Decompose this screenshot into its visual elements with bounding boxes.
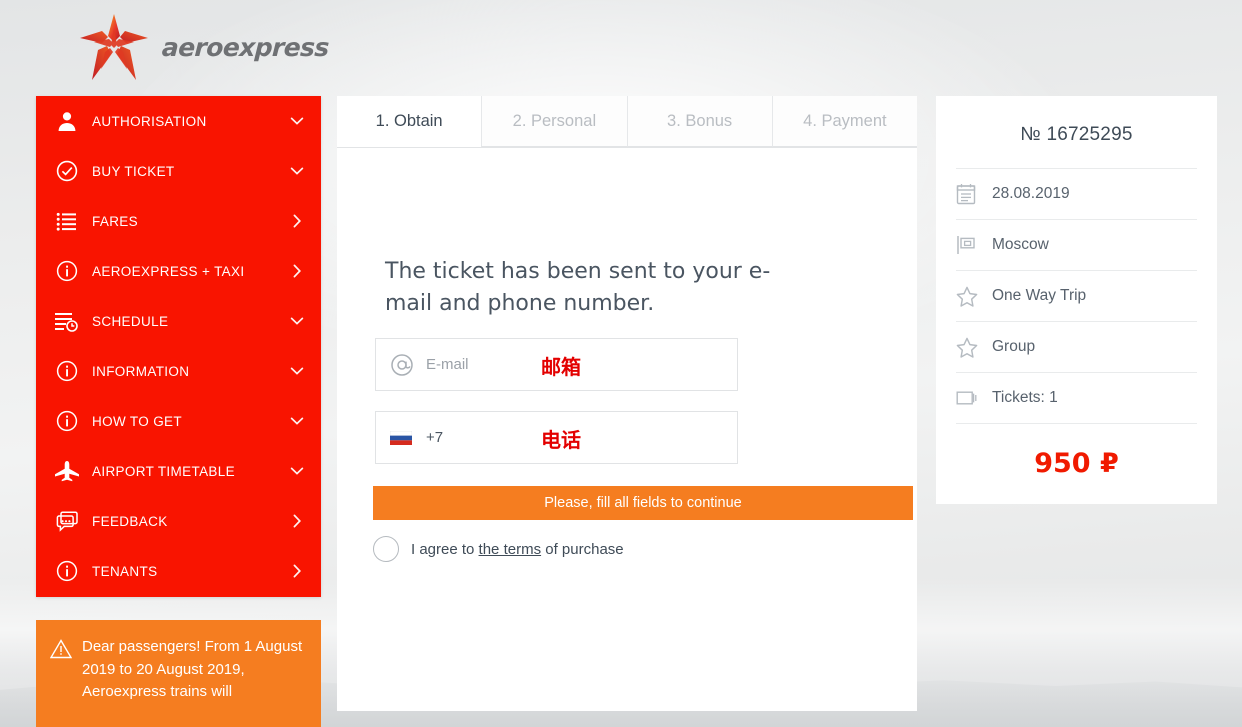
terms-suffix: of purchase [541,540,624,558]
terms-link[interactable]: the terms [479,541,542,558]
checkout-step-content: The ticket has been sent to your e-mail … [337,256,917,562]
main-sidebar: AUTHORISATION BUY TICKET FARES AEROEXPRESS … [36,96,321,597]
checkout-panel: 1. Obtain 2. Personal 3. Bonus 4. Payment T… [337,96,917,711]
chat-bubble-icon [54,508,80,534]
order-detail-row: Group [956,321,1197,372]
order-detail-row: 28.08.2019 [956,168,1197,219]
tab-step-1[interactable]: 1. Obtain [337,96,482,147]
sidebar-item-label: AEROEXPRESS + TAXI [92,263,245,279]
page-header: aeroexpress [0,0,1242,96]
order-number-prefix: № [1020,124,1041,145]
tab-step-4[interactable]: 4. Payment [771,96,917,147]
passenger-notice: Dear passengers! From 1 August 2019 to 2… [36,620,321,727]
chevron-down-icon[interactable] [289,463,305,479]
info-circle-icon [54,558,80,584]
phone-annotation: 电话 [541,428,581,452]
tab-step-3[interactable]: 3. Bonus [626,96,772,147]
order-detail-row: Tickets: 1 [956,372,1197,423]
calendar-icon [956,183,978,205]
fill-fields-warning[interactable]: Please, fill all fields to continue [373,486,913,520]
chevron-right-icon[interactable] [289,263,305,279]
order-total-price: 950 ₽ [956,423,1197,479]
star-icon [956,286,978,307]
order-detail-text: Moscow [992,236,1049,253]
chevron-down-icon[interactable] [289,413,305,429]
star-icon [956,337,978,358]
info-circle-icon [54,258,80,284]
email-placeholder: E-mail [426,356,469,373]
order-detail-row: One Way Trip [956,270,1197,321]
phone-prefix: +7 [426,429,444,446]
sidebar-item-label: TENANTS [92,563,158,579]
sidebar-item-feedback[interactable]: FEEDBACK [36,496,321,546]
flag-icon [956,235,978,255]
sidebar-item-how-to-get[interactable]: HOW TO GET [36,396,321,446]
chevron-right-icon[interactable] [289,513,305,529]
terms-label: I agree to the terms of purchase [411,541,624,558]
order-detail-text: Tickets: 1 [992,389,1058,406]
at-sign-icon [390,353,418,377]
sidebar-item-label: AUTHORISATION [92,113,207,129]
order-detail-text: Group [992,338,1036,355]
order-number: № 16725295 [956,96,1197,168]
order-detail-text: One Way Trip [992,287,1087,304]
sidebar-item-buy-ticket[interactable]: BUY TICKET [36,146,321,196]
info-circle-icon [54,408,80,434]
email-annotation: 邮箱 [541,355,581,379]
chevron-right-icon[interactable] [289,213,305,229]
tab-step-2[interactable]: 2. Personal [481,96,627,147]
sidebar-item-label: AIRPORT TIMETABLE [92,463,235,479]
order-summary-card: № 16725295 28.08.2019 Moscow One Way Trip G… [936,96,1217,504]
order-detail-text: 28.08.2019 [992,185,1070,202]
chevron-right-icon[interactable] [289,563,305,579]
aeroexpress-logo[interactable]: aeroexpress [78,12,330,82]
chevron-down-icon[interactable] [289,163,305,179]
terms-agreement-row: I agree to the terms of purchase [373,536,899,562]
terms-checkbox[interactable] [373,536,399,562]
airplane-icon [54,458,80,484]
sidebar-item-label: SCHEDULE [92,313,169,329]
warning-triangle-icon [49,639,73,727]
sidebar-item-label: FEEDBACK [92,513,168,529]
schedule-clock-icon [54,308,80,334]
chevron-down-icon[interactable] [289,363,305,379]
list-icon [54,208,80,234]
sidebar-item-label: INFORMATION [92,363,190,379]
sidebar-item-aeroexpress-taxi[interactable]: AEROEXPRESS + TAXI [36,246,321,296]
sidebar-item-tenants[interactable]: TENANTS [36,546,321,596]
aeroexpress-star-logo-icon [78,12,150,82]
order-number-value: 16725295 [1046,124,1133,145]
sidebar-item-label: HOW TO GET [92,413,183,429]
page-title: The ticket has been sent to your e-mail … [385,259,771,316]
chevron-down-icon[interactable] [289,113,305,129]
sidebar-item-label: BUY TICKET [92,163,175,179]
sidebar-item-authorisation[interactable]: AUTHORISATION [36,96,321,146]
russia-flag-icon [390,430,418,445]
chevron-down-icon[interactable] [289,313,305,329]
sidebar-item-schedule[interactable]: SCHEDULE [36,296,321,346]
order-detail-row: Moscow [956,219,1197,270]
sidebar-item-airport-timetable[interactable]: AIRPORT TIMETABLE [36,446,321,496]
email-field[interactable]: E-mail 邮箱 [375,338,738,391]
brand-wordmark: aeroexpress [161,32,330,62]
info-circle-icon [54,358,80,384]
notice-text: Dear passengers! From 1 August 2019 to 2… [82,638,303,700]
sidebar-item-label: FARES [92,213,139,229]
sidebar-item-information[interactable]: INFORMATION [36,346,321,396]
ticket-icon [956,389,978,407]
phone-field[interactable]: +7 电话 [375,411,738,464]
terms-prefix: I agree to [411,540,479,558]
check-circle-icon [54,158,80,184]
sidebar-item-fares[interactable]: FARES [36,196,321,246]
user-icon [54,108,80,134]
checkout-steps-tabs: 1. Obtain 2. Personal 3. Bonus 4. Payment [337,96,917,148]
